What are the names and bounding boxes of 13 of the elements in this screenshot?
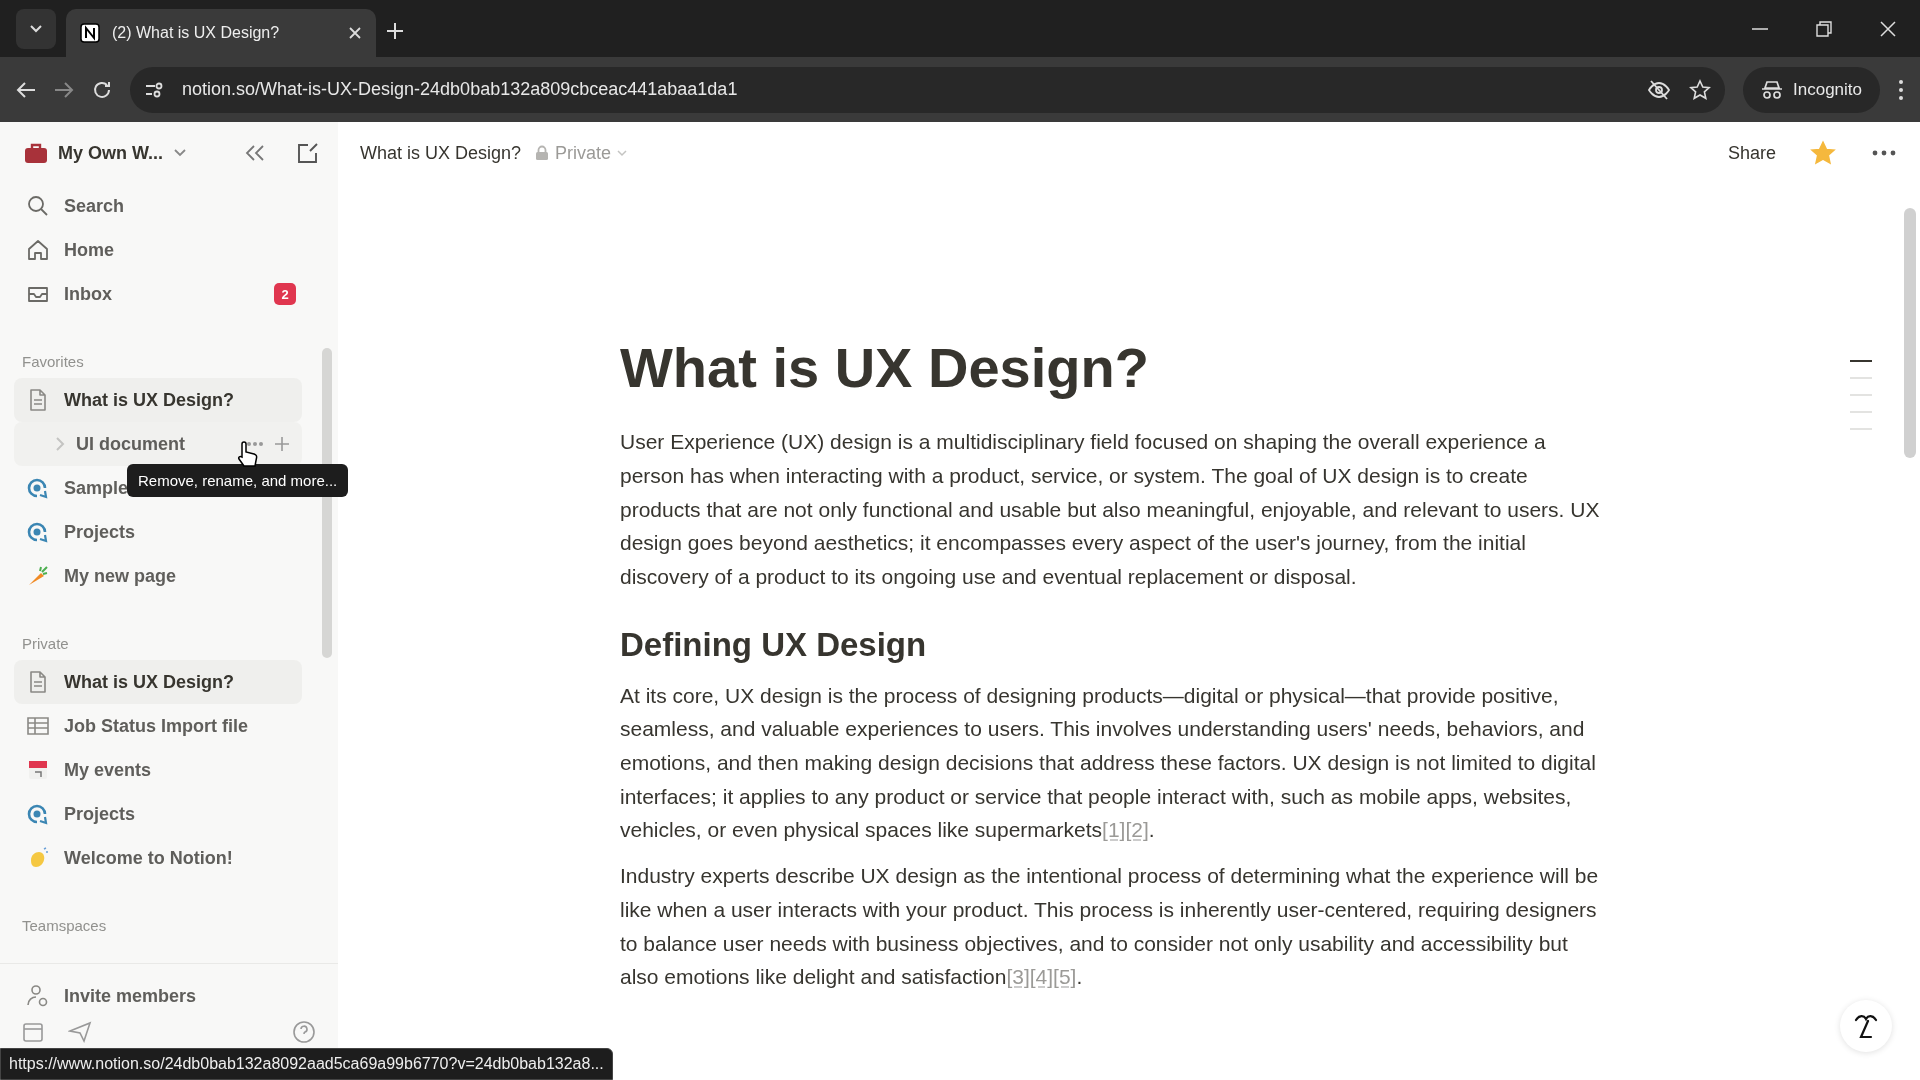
status-url: https://www.notion.so/24db0bab132a8092aad5ca69a99b6770?v=24db0bab132a8...	[0, 1048, 613, 1080]
section-header: Favorites	[21, 352, 85, 370]
url-text: notion.so/What-is-UX-Design-24db0bab132a809cbceac441abaa1da1	[182, 79, 739, 100]
page-title: What is UX Design?	[620, 335, 1150, 401]
paragraph: Industry experts describe UX design as the intentional process of determining what the experience will be like when a user interacts with your product. This process is inherently user-centered, requiring designers to balance user needs with business objectives, and to consider not only usability and accessibility but also emotions like delight and satisfaction[3][4][5].	[620, 863, 1600, 991]
paragraph: At its core, UX design is the process of designing products—digital or physical—that provide positive, seamless, and valuable experiences to users. This involves understanding users' needs, behaviors, and emotions, and then making design decisions that address these factors. UX design is not limited to digital interfaces; it applies to any product or service that people interact with, such as mobile apps, websites, vehicles, or even physical spaces like supermarkets[1][2].	[620, 682, 1597, 844]
paragraph: User Experience (UX) design is a multidisciplinary field focused on shaping the overall experience a person has when interacting with a product, service, or system. The goal of UX design is to create products that are not only functional and usable but also meaningful, enjoyable, and relevant to users. UX design goes beyond aesthetics; it encompasses every aspect of the user's journey, from the initial discovery of a product to its ongoing use and eventual replacement or disposal.	[620, 429, 1601, 590]
count-badge: 2	[274, 283, 296, 305]
tab-title: (2) What is UX Design?	[112, 24, 281, 42]
section-header: Private	[21, 634, 70, 652]
tooltip: Remove, rename, and more...	[127, 464, 349, 497]
section-header: Teamspaces	[21, 916, 108, 934]
section-heading: Defining UX Design	[620, 624, 928, 665]
